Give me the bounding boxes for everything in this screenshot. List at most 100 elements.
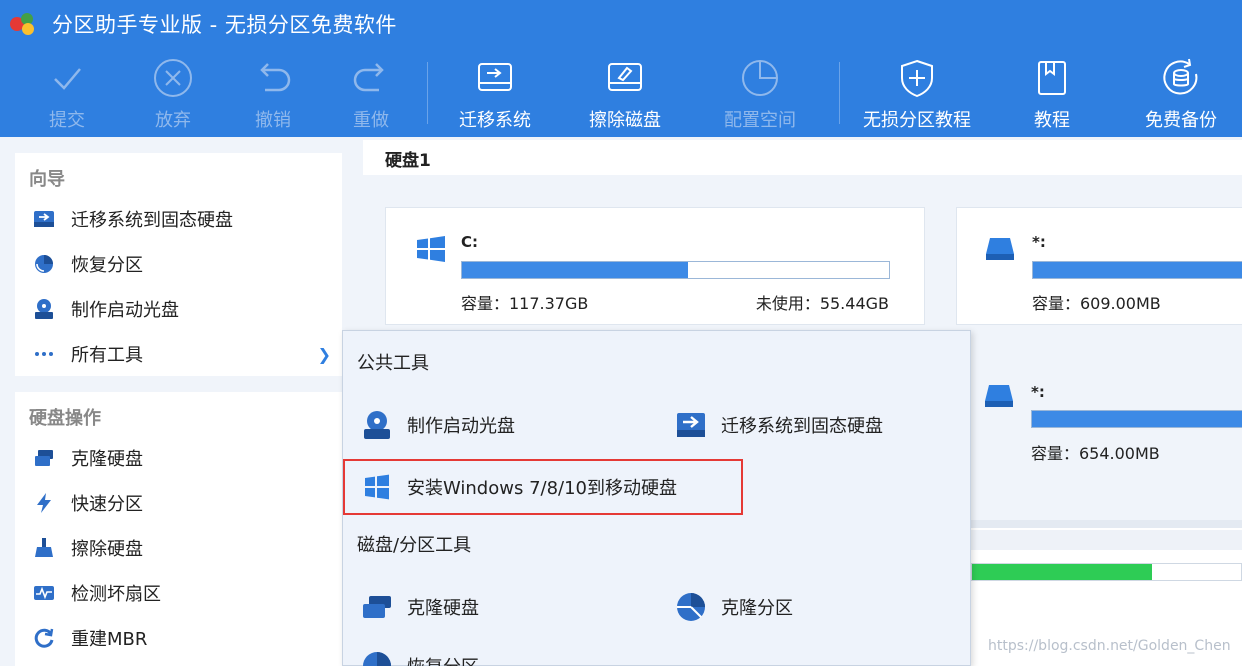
redo-icon: [353, 63, 384, 92]
partition-name: *:: [1032, 233, 1046, 251]
discard-button[interactable]: 放弃: [118, 52, 228, 134]
section-public-tools: 公共工具: [357, 353, 429, 374]
clone-partition-icon: [677, 593, 705, 621]
migrate-disk-icon: [478, 63, 512, 91]
sidebar-label: 所有工具: [71, 345, 143, 366]
disk-map-usage-bar: [971, 563, 1242, 581]
lightning-icon: [31, 491, 57, 515]
migrate-disk-icon: [31, 207, 57, 231]
toolbar-divider: [427, 62, 428, 124]
partition-card[interactable]: *: 容量：654.00MB: [956, 355, 1242, 473]
sidebar-item-migrate-ssd[interactable]: 迁移系统到固态硬盘: [31, 204, 331, 234]
sidebar-label: 恢复分区: [71, 255, 143, 276]
cancel-circle-icon: [154, 59, 192, 97]
undo-icon: [260, 63, 291, 92]
wizard-panel: 向导 迁移系统到固态硬盘 恢复分区 制作启动光盘 所有工具 ❯: [15, 153, 342, 376]
sidebar-label: 重建MBR: [71, 629, 148, 650]
restore-pie-icon: [31, 252, 57, 276]
pie-icon: [742, 60, 778, 96]
lossless-tutorial-label: 无损分区教程: [863, 110, 971, 131]
menu-item-label: 迁移系统到固态硬盘: [721, 416, 883, 437]
menu-item-label: 克隆分区: [721, 598, 793, 619]
sidebar-item-rebuild-mbr[interactable]: 重建MBR: [31, 623, 331, 653]
sidebar-item-all-tools[interactable]: 所有工具 ❯: [31, 339, 331, 369]
menu-item-restore-partition[interactable]: 恢复分区: [361, 649, 479, 666]
disk-ops-title: 硬盘操作: [29, 408, 101, 429]
book-icon: [1038, 61, 1066, 95]
watermark-text: https://blog.csdn.net/Golden_Chen: [988, 638, 1231, 654]
disk-map-header: [971, 530, 1242, 550]
broom-icon: [31, 536, 57, 560]
usage-bar-fill: [1033, 262, 1242, 278]
splitter-handle[interactable]: [971, 520, 1242, 528]
chevron-right-icon: ❯: [317, 344, 331, 364]
undo-button[interactable]: 撤销: [218, 52, 328, 134]
menu-item-migrate-ssd[interactable]: 迁移系统到固态硬盘: [675, 408, 883, 442]
menu-item-clone-disk[interactable]: 克隆硬盘: [361, 590, 479, 624]
usage-bar-fill: [1032, 411, 1242, 427]
title-bar: 分区助手专业版 - 无损分区免费软件: [0, 0, 1242, 48]
sidebar-label: 迁移系统到固态硬盘: [71, 210, 233, 231]
tutorial-button[interactable]: 教程: [997, 52, 1107, 134]
menu-item-label: 恢复分区: [407, 653, 479, 666]
window-title: 分区助手专业版 - 无损分区免费软件: [52, 13, 397, 37]
partition-card[interactable]: C: 容量：117.37GB 未使用：55.44GB: [385, 207, 925, 325]
disk-header-label: 硬盘1: [385, 151, 431, 171]
redo-button[interactable]: 重做: [316, 52, 426, 134]
more-dots-icon: [31, 342, 57, 366]
allocate-space-button[interactable]: 配置空间: [705, 52, 815, 134]
sidebar-item-wipe-disk[interactable]: 擦除硬盘: [31, 533, 331, 563]
allocate-space-label: 配置空间: [724, 110, 796, 131]
sidebar-item-clone-disk[interactable]: 克隆硬盘: [31, 443, 331, 473]
wipe-disk-button[interactable]: 擦除磁盘: [570, 52, 680, 134]
partition-card[interactable]: *: 容量：609.00MB: [956, 207, 1242, 325]
free-backup-button[interactable]: 免费备份: [1126, 52, 1236, 134]
partition-name: *:: [1031, 383, 1045, 401]
clone-disk-icon: [31, 446, 57, 470]
menu-item-clone-partition[interactable]: 克隆分区: [675, 590, 793, 624]
sidebar-label: 快速分区: [71, 494, 143, 515]
disk-map-usage-fill: [972, 564, 1153, 580]
menu-item-label: 克隆硬盘: [407, 598, 479, 619]
unused-text: 未使用：55.44GB: [755, 294, 889, 313]
eraser-disk-icon: [608, 63, 642, 91]
sidebar-label: 制作启动光盘: [71, 300, 179, 321]
partition-name: C:: [461, 233, 479, 251]
sidebar-item-restore-partition[interactable]: 恢复分区: [31, 249, 331, 279]
disk-header: 硬盘1: [363, 140, 1242, 175]
sidebar-item-quick-partition[interactable]: 快速分区: [31, 488, 331, 518]
migrate-os-label: 迁移系统: [459, 110, 531, 131]
migrate-os-button[interactable]: 迁移系统: [440, 52, 550, 134]
sidebar-item-check-bad-sectors[interactable]: 检测坏扇区: [31, 578, 331, 608]
usage-bar: [461, 261, 890, 279]
migrate-disk-icon: [677, 413, 705, 437]
capacity-text: 容量：654.00MB: [1031, 444, 1160, 463]
wizard-title: 向导: [29, 169, 65, 190]
boot-disc-icon: [364, 411, 390, 439]
sidebar-item-boot-cd[interactable]: 制作启动光盘: [31, 294, 331, 324]
wipe-disk-label: 擦除磁盘: [589, 110, 661, 131]
commit-button[interactable]: 提交: [12, 52, 122, 134]
usage-bar-fill: [462, 262, 689, 278]
menu-item-install-windows[interactable]: 安装Windows 7/8/10到移动硬盘: [361, 470, 677, 504]
free-backup-label: 免费备份: [1145, 110, 1217, 131]
restore-pie-icon: [363, 652, 391, 666]
menu-item-label: 制作启动光盘: [407, 416, 515, 437]
usage-bar: [1031, 410, 1242, 428]
backup-database-icon: [1163, 58, 1198, 95]
drive-icon: [986, 238, 1014, 260]
app-logo-icon: [10, 12, 40, 36]
top-bar: 分区助手专业版 - 无损分区免费软件 提交 放弃 撤销 重做 迁移系统 擦除磁盘: [0, 0, 1242, 137]
lossless-tutorial-button[interactable]: 无损分区教程: [862, 52, 972, 134]
section-disk-tools: 磁盘/分区工具: [357, 535, 472, 556]
check-icon: [54, 68, 81, 90]
usage-bar: [1032, 261, 1242, 279]
toolbar-divider: [839, 62, 840, 124]
tutorial-label: 教程: [1034, 110, 1070, 131]
rebuild-icon: [31, 626, 57, 650]
windows-logo-icon: [417, 236, 445, 262]
redo-label: 重做: [353, 110, 389, 131]
menu-item-make-boot-cd[interactable]: 制作启动光盘: [361, 408, 515, 442]
commit-label: 提交: [49, 110, 85, 131]
clone-disk-icon: [363, 596, 391, 618]
